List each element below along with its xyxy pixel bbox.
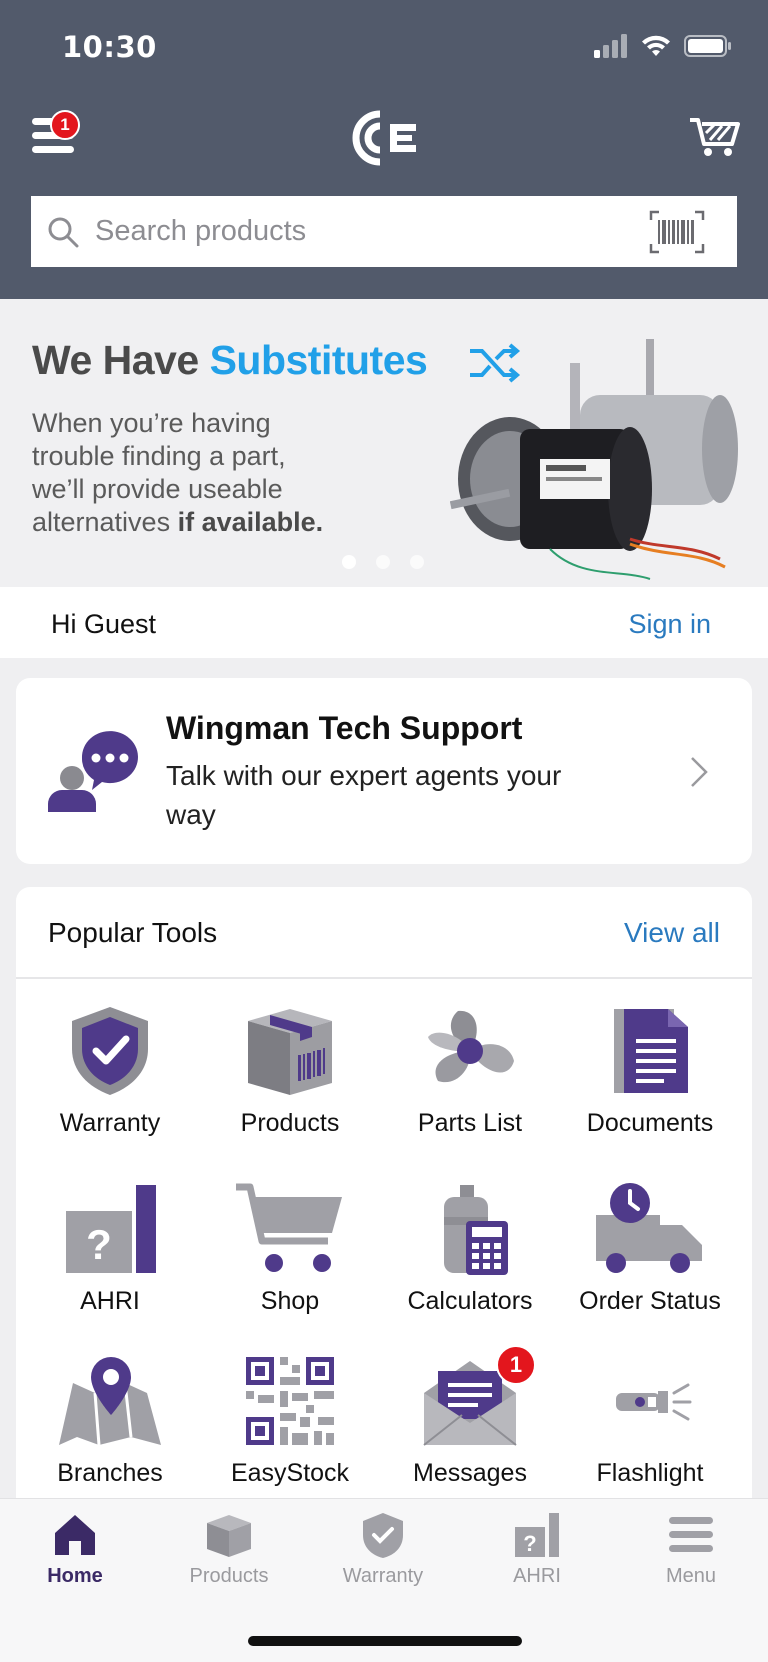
tool-label: Products [240,1109,340,1137]
tool-label: Branches [57,1459,163,1487]
tool-products[interactable]: Products [200,1003,380,1173]
svg-text:?: ? [523,1531,536,1556]
flashlight-icon [616,1383,692,1421]
truck-clock-icon [596,1183,702,1273]
tool-label: EasyStock [230,1459,350,1487]
greeting-text: Hi Guest [51,609,157,639]
tab-ahri[interactable]: ? AHRI [462,1511,612,1588]
tool-parts-list[interactable]: Parts List [380,1003,560,1173]
ce-logo [352,110,416,166]
fan-icon [428,1010,514,1083]
status-time: 10:30 [62,30,157,64]
tool-documents[interactable]: Documents [560,1003,740,1173]
map-pin-icon [59,1357,161,1446]
sign-in-link[interactable]: Sign in [628,609,711,640]
cellular-signal-icon [594,34,627,58]
box-icon [248,1009,332,1095]
tool-label: Calculators [407,1287,533,1315]
banner-body-bold: if available. [177,507,324,537]
carousel-dots[interactable] [342,555,424,569]
app-header: 10:30 1 [0,0,768,299]
tab-label: Menu [665,1565,717,1587]
banner-body-line: trouble finding a part, [32,441,286,471]
tool-label: Flashlight [596,1459,704,1487]
calculator-icon [444,1185,508,1275]
search-bar[interactable] [31,196,737,267]
support-agent-icon [48,731,138,812]
hamburger-menu-icon [669,1517,713,1552]
tool-label: Parts List [417,1109,523,1137]
carousel-dot[interactable] [342,555,356,569]
menu-bar [32,146,74,153]
shield-check-icon [363,1513,403,1558]
tool-label: Shop [260,1287,320,1315]
divider [16,977,752,979]
tool-label: Warranty [59,1109,161,1137]
tool-ahri[interactable]: ? AHRI [20,1181,200,1351]
battery-icon [684,35,731,57]
tool-warranty[interactable]: Warranty [20,1003,200,1173]
promo-banner[interactable]: We Have Substitutes When you’re having t… [0,299,768,587]
qr-code-icon [246,1357,334,1445]
search-input[interactable] [95,196,655,267]
motor-product-image [450,339,738,580]
tool-shop[interactable]: Shop [200,1181,380,1351]
cart-icon[interactable] [688,114,740,158]
popular-tools-card: Popular Tools View all Warranty Products [16,887,752,1527]
cart-icon [236,1183,342,1272]
ahri-icon: ? [66,1185,156,1273]
status-icons [594,34,732,58]
tab-label: Home [47,1565,103,1587]
tool-label: Order Status [579,1287,721,1315]
tool-label: Messages [413,1459,527,1487]
tool-label: Documents [586,1109,714,1137]
greeting-bar: Hi Guest Sign in [0,587,768,658]
popular-tools-title: Popular Tools [48,917,218,948]
carousel-dot[interactable] [376,555,390,569]
wingman-support-card[interactable]: Wingman Tech Support Talk with our exper… [16,678,752,864]
tool-order-status[interactable]: Order Status [560,1181,740,1351]
banner-title-accent: Substitutes [209,337,428,383]
box-icon [207,1515,251,1557]
banner-body-line: When you’re having [32,408,271,438]
banner-title: We Have Substitutes [32,337,428,384]
shield-check-icon [72,1007,148,1095]
banner-body-text: alternatives [32,507,178,537]
home-icon [55,1515,95,1555]
wingman-subtitle: Talk with our expert agents your way [166,760,562,830]
tool-label: AHRI [80,1287,140,1315]
tab-menu[interactable]: Menu [616,1511,766,1588]
banner-body-line: alternatives if available. [32,506,412,539]
chevron-right-icon [691,757,708,787]
tab-label: Warranty [342,1565,424,1587]
svg-text:?: ? [86,1221,112,1268]
carousel-dot[interactable] [410,555,424,569]
banner-body-line: we’ll provide useable [32,474,283,504]
tab-products[interactable]: Products [154,1511,304,1588]
tab-warranty[interactable]: Warranty [308,1511,458,1588]
barcode-scan-icon[interactable] [649,210,705,254]
view-all-link[interactable]: View all [624,917,720,949]
home-indicator [248,1636,522,1646]
tab-home[interactable]: Home [0,1511,150,1588]
wingman-title: Wingman Tech Support [166,710,523,746]
banner-title-prefix: We Have [32,337,210,383]
wifi-icon [642,35,670,56]
menu-notification-badge: 1 [50,110,80,140]
ahri-icon: ? [515,1513,559,1557]
tab-label: AHRI [513,1565,561,1587]
banner-body: When you’re having trouble finding a par… [32,407,412,539]
tab-label: Products [189,1565,269,1587]
tool-calculators[interactable]: Calculators [380,1181,560,1351]
search-icon [48,217,79,248]
document-icon [614,1009,688,1093]
messages-notification-badge: 1 [496,1345,536,1385]
